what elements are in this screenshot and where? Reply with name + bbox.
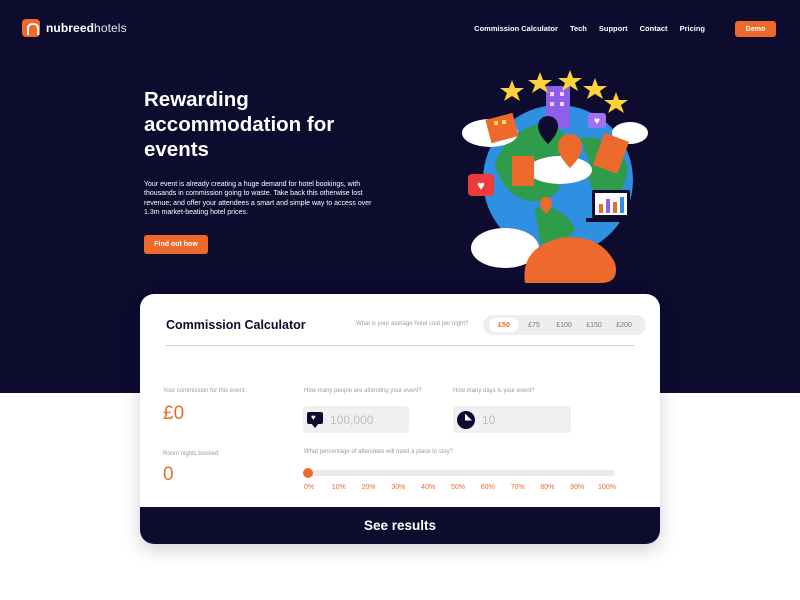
logo-bold: nubreed	[46, 21, 95, 35]
speech-heart-icon: ♥	[307, 411, 323, 428]
percentage-tick: 100%	[598, 484, 616, 491]
logo[interactable]: nubreedhotels	[22, 19, 127, 37]
percentage-tick: 30%	[391, 484, 406, 491]
percentage-tick: 20%	[361, 484, 376, 491]
percentage-tick: 0%	[303, 484, 315, 491]
hero-headline: Rewarding accommodation for events	[144, 88, 335, 161]
percentage-slider[interactable]	[303, 468, 615, 478]
days-placeholder: 10	[482, 412, 496, 427]
see-results-button[interactable]: See results	[140, 507, 660, 544]
divider	[166, 345, 634, 346]
logo-icon	[22, 19, 40, 37]
nav-contact[interactable]: Contact	[640, 24, 668, 33]
main-nav: Commission Calculator Tech Support Conta…	[474, 24, 705, 33]
attendees-input[interactable]: ♥ 100,000	[303, 406, 409, 433]
cost-option-75[interactable]: £75	[519, 318, 549, 332]
commission-label: Your commission for this event:	[163, 388, 247, 394]
cost-option-50[interactable]: £50	[489, 318, 519, 332]
attendees-placeholder: 100,000	[330, 412, 374, 427]
clock-icon	[457, 410, 475, 429]
percentage-tick: 80%	[540, 484, 555, 491]
percentage-tick: 40%	[421, 484, 436, 491]
globe-illustration: ♥ ♥	[462, 70, 648, 283]
svg-text:♥: ♥	[477, 178, 485, 193]
demo-button[interactable]: Demo	[735, 21, 776, 37]
cost-option-100[interactable]: £100	[549, 318, 579, 332]
room-nights-value: 0	[163, 464, 174, 485]
logo-light: hotels	[94, 21, 127, 35]
hero-description: Your event is already creating a huge de…	[144, 181, 372, 216]
nav-support[interactable]: Support	[599, 24, 628, 33]
svg-text:♥: ♥	[594, 116, 600, 127]
cost-option-200[interactable]: £200	[609, 318, 639, 332]
nav-pricing[interactable]: Pricing	[680, 24, 705, 33]
nav-commission-calculator[interactable]: Commission Calculator	[474, 24, 558, 33]
logo-text: nubreedhotels	[46, 21, 127, 35]
days-label: How many days is your event?	[453, 388, 535, 394]
room-nights-label: Room nights booked:	[163, 451, 220, 457]
percentage-tick: 10%	[331, 484, 346, 491]
percentage-tick: 90%	[570, 484, 585, 491]
find-out-how-button[interactable]: Find out how	[144, 235, 208, 254]
calculator-title: Commission Calculator	[166, 318, 306, 332]
nav-tech[interactable]: Tech	[570, 24, 587, 33]
attendees-label: How many people are attending your event…	[304, 388, 422, 394]
hotel-cost-selector: £50 £75 £100 £150 £200	[483, 315, 646, 335]
commission-calculator-card: Commission Calculator What is your avera…	[140, 294, 660, 544]
percentage-tick: 50%	[450, 484, 466, 491]
slider-thumb[interactable]	[303, 468, 313, 478]
percentage-tick: 60%	[480, 484, 495, 491]
percentage-tick: 70%	[510, 484, 525, 491]
days-input[interactable]: 10	[453, 406, 571, 433]
percentage-label: What percentage of attendees will need a…	[304, 449, 454, 455]
commission-value: £0	[163, 403, 185, 424]
cost-option-150[interactable]: £150	[579, 318, 609, 332]
hotel-cost-question: What is your average hotel cost per nigh…	[356, 321, 469, 327]
